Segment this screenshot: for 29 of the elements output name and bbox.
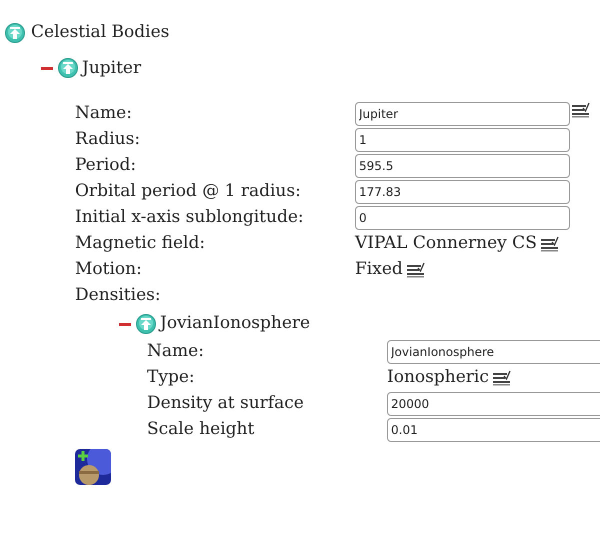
field-label: Type: bbox=[147, 366, 196, 390]
list-check-icon[interactable] bbox=[492, 370, 511, 386]
field-label: Radius: bbox=[75, 128, 142, 152]
field-label: Orbital period @ 1 radius: bbox=[75, 180, 302, 204]
text-field[interactable]: 595.5 bbox=[355, 154, 570, 178]
section-label: Densities: bbox=[75, 284, 161, 308]
field-label: Magnetic field: bbox=[75, 232, 206, 256]
selected-value: VIPAL Connerney CS bbox=[355, 232, 537, 256]
text-field[interactable]: 177.83 bbox=[355, 180, 570, 204]
add-planet-button[interactable] bbox=[75, 449, 111, 485]
text-field[interactable]: 0.01 bbox=[387, 418, 600, 442]
selected-value: Fixed bbox=[355, 258, 403, 282]
selected-value: Ionospheric bbox=[387, 366, 489, 390]
text-field[interactable]: 0 bbox=[355, 206, 570, 230]
field-label: Initial x-axis sublongitude: bbox=[75, 206, 305, 230]
tree-node-label: Jupiter bbox=[82, 56, 142, 80]
field-label: Name: bbox=[75, 102, 133, 126]
tree-node-label: JovianIonosphere bbox=[160, 312, 310, 336]
text-field[interactable]: 1 bbox=[355, 128, 570, 152]
text-field[interactable]: 20000 bbox=[387, 392, 600, 416]
list-check-icon[interactable] bbox=[572, 102, 590, 118]
field-label: Density at surface bbox=[147, 392, 305, 416]
list-check-icon[interactable] bbox=[406, 262, 425, 278]
field-label: Motion: bbox=[75, 258, 143, 282]
tree-node-label: Celestial Bodies bbox=[31, 21, 170, 44]
list-check-icon[interactable] bbox=[540, 236, 559, 252]
field-label: Name: bbox=[147, 340, 205, 364]
field-label: Period: bbox=[75, 154, 138, 178]
field-label: Scale height bbox=[147, 418, 256, 442]
